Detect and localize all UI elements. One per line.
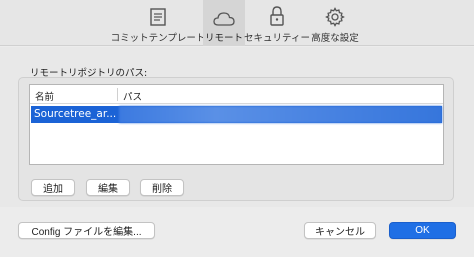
tab-commit-template[interactable]: コミットテンプレート [108, 0, 208, 46]
remote-name-cell: Sourcetree_ar... [34, 108, 117, 120]
preferences-toolbar: コミットテンプレート リモート セキュリティー 高度な設定 [0, 0, 474, 46]
lock-icon [269, 0, 285, 27]
tab-remote[interactable]: リモート [203, 0, 245, 46]
tab-label: コミットテンプレート [110, 33, 206, 44]
tab-security[interactable]: セキュリティー [244, 0, 310, 46]
column-header-name[interactable]: 名前 [35, 89, 54, 103]
tab-advanced[interactable]: 高度な設定 [309, 0, 361, 46]
cloud-icon [213, 0, 235, 27]
remotes-table[interactable]: 名前 パス Sourcetree_ar... [29, 84, 444, 165]
tab-label: セキュリティー [244, 33, 310, 44]
edit-remote-button[interactable]: 編集 [86, 179, 130, 196]
table-header: 名前 パス [30, 85, 443, 104]
edit-config-file-button[interactable]: Config ファイルを編集... [18, 222, 155, 239]
remote-path-cell-blurred [119, 106, 442, 123]
delete-remote-button[interactable]: 削除 [140, 179, 184, 196]
cancel-button[interactable]: キャンセル [304, 222, 376, 239]
table-row[interactable]: Sourcetree_ar... [31, 106, 442, 123]
document-icon [149, 0, 167, 27]
tab-label: 高度な設定 [311, 33, 359, 44]
tab-label: リモート [204, 33, 243, 44]
gear-icon [325, 0, 345, 27]
column-divider [117, 88, 118, 101]
add-remote-button[interactable]: 追加 [31, 179, 75, 196]
ok-button[interactable]: OK [389, 222, 456, 239]
column-header-path[interactable]: パス [123, 89, 142, 103]
